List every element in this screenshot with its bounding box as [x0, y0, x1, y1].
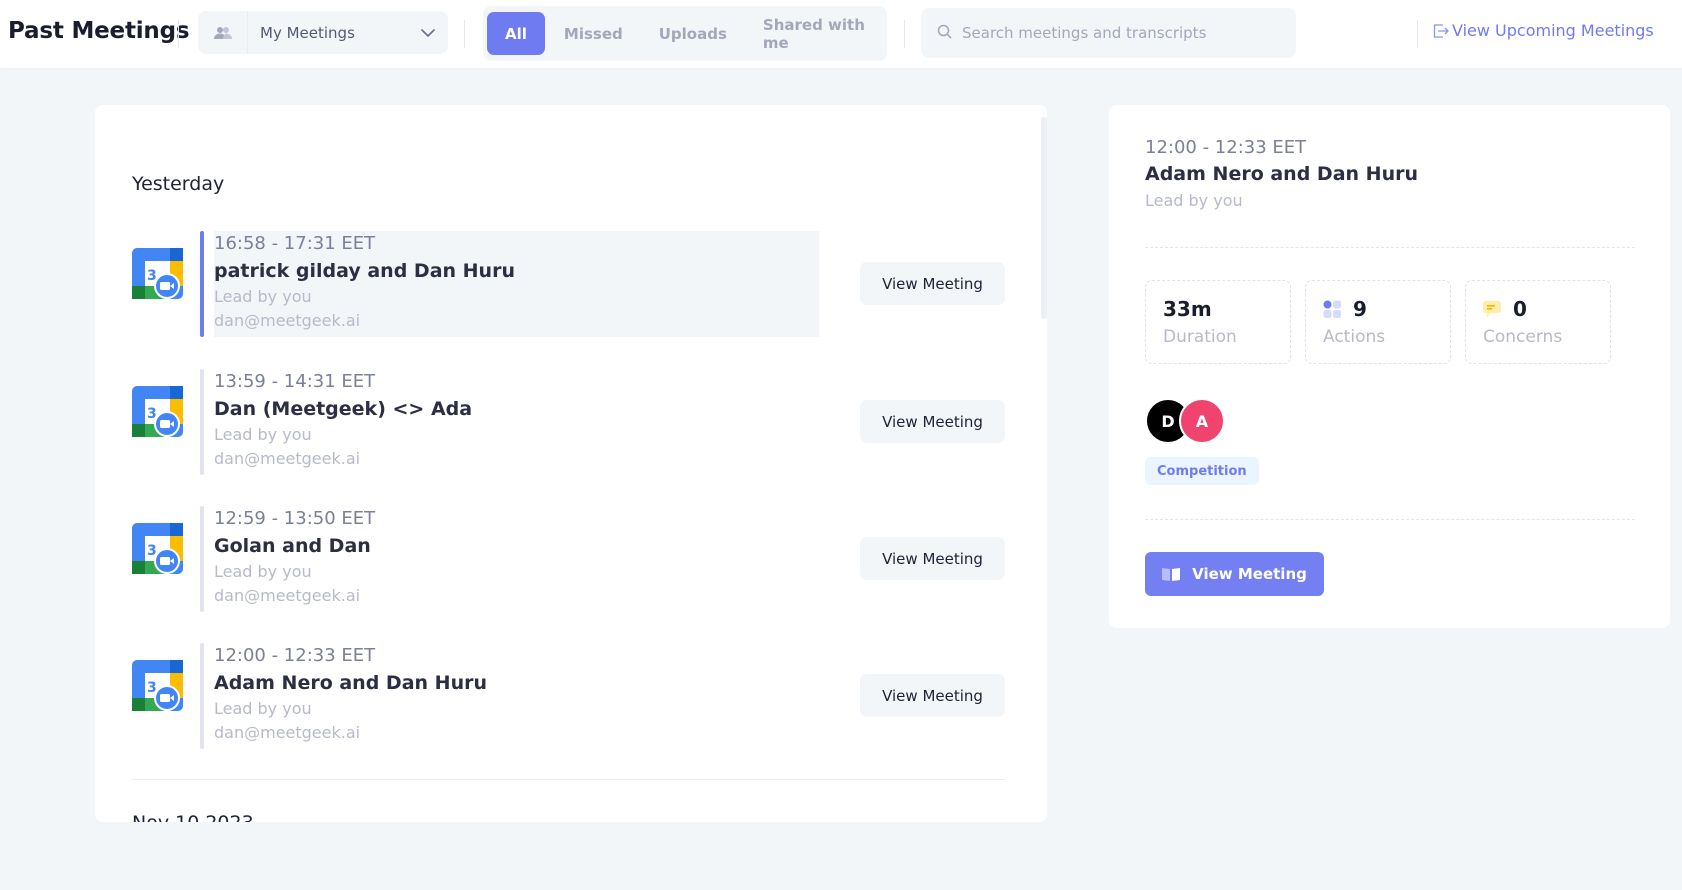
stat-label: Duration	[1163, 327, 1237, 347]
view-meeting-button[interactable]: View Meeting	[860, 537, 1005, 580]
divider	[464, 20, 465, 48]
stat-value: 9	[1323, 297, 1367, 321]
upcoming-link-label: View Upcoming Meetings	[1452, 21, 1654, 40]
list-divider	[132, 779, 1005, 780]
meeting-lead: Lead by you	[214, 562, 312, 581]
meeting-row[interactable]: 3 16:58 - 17:31 EET patrick gilday and D…	[132, 231, 1012, 337]
tab-uploads[interactable]: Uploads	[642, 12, 744, 55]
participants: D A	[1145, 398, 1225, 444]
book-open-icon	[1162, 567, 1181, 581]
tab-shared-with-me[interactable]: Shared with me	[746, 12, 885, 55]
top-bar: Past Meetings My Meetings All Missed Upl…	[0, 0, 1682, 68]
stat-label: Concerns	[1483, 327, 1563, 347]
meetings-filter-dropdown[interactable]: My Meetings	[198, 11, 448, 54]
google-calendar-meet-icon: 3	[132, 248, 183, 299]
meeting-title: patrick gilday and Dan Huru	[214, 260, 515, 282]
stat-concerns: 0 Concerns	[1465, 280, 1611, 364]
meeting-email: dan@meetgeek.ai	[214, 449, 361, 468]
search-input[interactable]	[962, 24, 1282, 42]
dropdown-selected-value: My Meetings	[260, 23, 355, 42]
meeting-row[interactable]: 3 12:59 - 13:50 EET Golan and Dan Lead b…	[132, 506, 1012, 612]
meetings-list-card: Yesterday 3 16:58 - 17:31 EET patrick gi…	[95, 105, 1047, 822]
selection-bar	[200, 231, 204, 337]
meeting-time: 12:59 - 13:50 EET	[214, 508, 376, 529]
page-title: Past Meetings	[8, 18, 190, 44]
view-meeting-button[interactable]: View Meeting	[860, 674, 1005, 717]
button-label: View Meeting	[1192, 565, 1307, 583]
meeting-time: 13:59 - 14:31 EET	[214, 371, 376, 392]
row-bar	[200, 369, 204, 475]
view-meeting-button[interactable]: View Meeting	[860, 262, 1005, 305]
view-meeting-button[interactable]: View Meeting	[860, 400, 1005, 443]
meeting-lead: Lead by you	[214, 287, 312, 306]
meeting-info: 12:59 - 13:50 EET Golan and Dan Lead by …	[214, 506, 819, 612]
exit-arrow-icon	[1433, 23, 1450, 38]
date-group-title: Yesterday	[132, 173, 225, 195]
meeting-row[interactable]: 3 12:00 - 12:33 EET Adam Nero and Dan Hu…	[132, 643, 1012, 749]
tab-missed[interactable]: Missed	[547, 12, 640, 55]
search-icon	[937, 24, 952, 43]
meeting-time: 12:00 - 12:33 EET	[214, 645, 376, 666]
divider	[178, 20, 179, 48]
view-meeting-primary-button[interactable]: View Meeting	[1145, 552, 1324, 596]
view-upcoming-meetings-link[interactable]: View Upcoming Meetings	[1433, 21, 1654, 40]
next-date-group-title: Nov 10 2023	[132, 812, 254, 822]
meeting-lead: Lead by you	[214, 425, 312, 444]
avatar[interactable]: A	[1179, 398, 1225, 444]
meeting-email: dan@meetgeek.ai	[214, 586, 361, 605]
meeting-lead: Lead by you	[214, 699, 312, 718]
tab-all[interactable]: All	[487, 12, 545, 55]
chat-bubble-icon	[1483, 300, 1501, 318]
meeting-title: Golan and Dan	[214, 535, 371, 557]
meeting-info: 13:59 - 14:31 EET Dan (Meetgeek) <> Ada …	[214, 369, 819, 475]
divider	[1145, 519, 1635, 520]
meeting-type-tabs: All Missed Uploads Shared with me	[483, 6, 887, 61]
divider	[904, 20, 905, 48]
stat-duration: 33m Duration	[1145, 280, 1291, 364]
google-calendar-meet-icon: 3	[132, 523, 183, 574]
detail-title: Adam Nero and Dan Huru	[1145, 163, 1418, 185]
stat-actions: 9 Actions	[1305, 280, 1451, 364]
search-box	[921, 8, 1296, 58]
meeting-title: Dan (Meetgeek) <> Ada	[214, 398, 473, 420]
meeting-time: 16:58 - 17:31 EET	[214, 233, 376, 254]
meeting-email: dan@meetgeek.ai	[214, 723, 361, 742]
stat-value: 33m	[1163, 297, 1212, 321]
divider	[1417, 20, 1418, 48]
actions-grid-icon	[1323, 300, 1341, 318]
scrollbar-thumb[interactable]	[1041, 117, 1047, 319]
row-bar	[200, 643, 204, 749]
chevron-down-icon	[408, 28, 448, 37]
meeting-email: dan@meetgeek.ai	[214, 311, 361, 330]
meeting-row[interactable]: 3 13:59 - 14:31 EET Dan (Meetgeek) <> Ad…	[132, 369, 1012, 475]
meeting-detail-panel: 12:00 - 12:33 EET Adam Nero and Dan Huru…	[1109, 105, 1670, 628]
detail-lead: Lead by you	[1145, 191, 1243, 210]
google-calendar-meet-icon: 3	[132, 660, 183, 711]
stat-label: Actions	[1323, 327, 1386, 347]
meeting-tag[interactable]: Competition	[1145, 457, 1259, 485]
meeting-info: 12:00 - 12:33 EET Adam Nero and Dan Huru…	[214, 643, 819, 749]
stat-value: 0	[1483, 297, 1527, 321]
meeting-info: 16:58 - 17:31 EET patrick gilday and Dan…	[214, 231, 819, 337]
divider	[1145, 247, 1635, 248]
row-bar	[200, 506, 204, 612]
meeting-title: Adam Nero and Dan Huru	[214, 672, 487, 694]
detail-time: 12:00 - 12:33 EET	[1145, 137, 1307, 158]
google-calendar-meet-icon: 3	[132, 386, 183, 437]
people-icon	[198, 11, 248, 54]
